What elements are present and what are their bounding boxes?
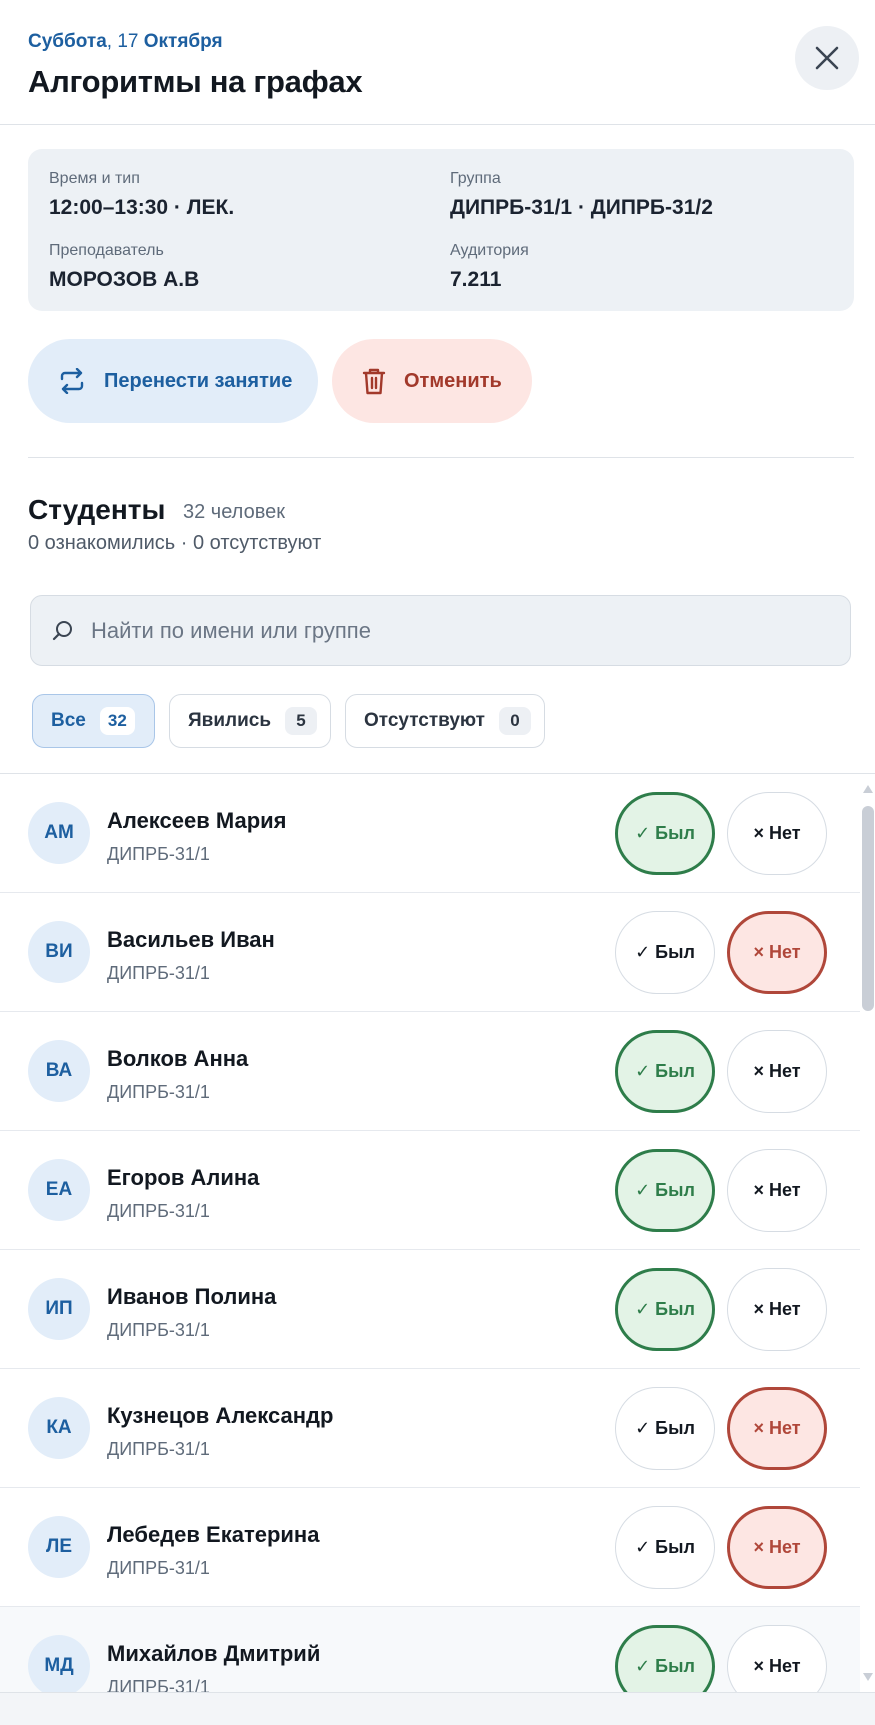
room-cell: Аудитория 7.211 xyxy=(450,242,529,292)
time-type-cell: Время и тип 12:00–13:30 · ЛЕК. xyxy=(49,170,234,220)
student-name: Егоров Алина xyxy=(107,1165,260,1190)
student-group: ДИПРБ-31/1 xyxy=(107,1558,210,1578)
cancel-lesson-button[interactable]: Отменить xyxy=(332,339,532,423)
lesson-title: Алгоритмы на графах xyxy=(28,64,363,99)
filter-all-count: 32 xyxy=(99,707,135,735)
table-row: ЛЕ Лебедев Екатерина ДИПРБ-31/1 ✓ Был × … xyxy=(0,1488,860,1607)
date-day: Суббота xyxy=(28,31,107,52)
present-button[interactable]: ✓ Был xyxy=(615,1149,715,1232)
reschedule-button[interactable]: Перенести занятие xyxy=(28,339,318,423)
close-icon xyxy=(815,46,839,70)
search-input[interactable] xyxy=(89,616,793,645)
table-row: МД Михайлов Дмитрий ДИПРБ-31/1 ✓ Был × Н… xyxy=(0,1607,860,1692)
student-name: Волков Анна xyxy=(107,1046,249,1071)
present-button[interactable]: ✓ Был xyxy=(615,1030,715,1113)
avatar: МД xyxy=(28,1635,90,1692)
avatar: ВА xyxy=(28,1040,90,1102)
teacher-label: Преподаватель xyxy=(49,242,164,259)
table-row: ИП Иванов Полина ДИПРБ-31/1 ✓ Был × Нет xyxy=(0,1250,860,1369)
search-icon xyxy=(51,619,75,643)
filter-all-label: Все xyxy=(51,710,86,731)
present-button[interactable]: ✓ Был xyxy=(615,1387,715,1470)
student-group: ДИПРБ-31/1 xyxy=(107,1677,210,1692)
table-row: ВА Волков Анна ДИПРБ-31/1 ✓ Был × Нет xyxy=(0,1012,860,1131)
group-value: ДИПРБ-31/1 · ДИПРБ-31/2 xyxy=(450,196,713,219)
section-divider xyxy=(28,457,854,458)
student-name: Лебедев Екатерина xyxy=(107,1522,320,1547)
date-month: Октября xyxy=(143,31,223,52)
present-button[interactable]: ✓ Был xyxy=(615,792,715,875)
teacher-cell: Преподаватель МОРОЗОВ А.В xyxy=(49,242,199,292)
student-group: ДИПРБ-31/1 xyxy=(107,1320,210,1340)
student-list: АМ Алексеев Мария ДИПРБ-31/1 ✓ Был × Нет… xyxy=(0,774,860,1692)
students-summary: 0 ознакомились · 0 отсутствуют xyxy=(28,532,322,554)
filter-absent[interactable]: Отсутствуют 0 xyxy=(345,694,545,748)
scroll-up-arrow-icon[interactable] xyxy=(863,785,873,793)
students-count: 32 человек xyxy=(183,501,285,523)
avatar: ЕА xyxy=(28,1159,90,1221)
room-value: 7.211 xyxy=(450,268,502,291)
lesson-info-card: Время и тип 12:00–13:30 · ЛЕК. Группа ДИ… xyxy=(28,149,854,311)
swap-icon xyxy=(58,368,86,394)
date-number: 17 xyxy=(117,31,139,52)
student-group: ДИПРБ-31/1 xyxy=(107,1439,210,1459)
absent-button[interactable]: × Нет xyxy=(727,1149,827,1232)
group-cell: Группа ДИПРБ-31/1 · ДИПРБ-31/2 xyxy=(450,170,713,220)
table-row: ЕА Егоров Алина ДИПРБ-31/1 ✓ Был × Нет xyxy=(0,1131,860,1250)
avatar: ЛЕ xyxy=(28,1516,90,1578)
student-group: ДИПРБ-31/1 xyxy=(107,844,210,864)
filter-present-label: Явились xyxy=(188,710,272,731)
room-label: Аудитория xyxy=(450,242,529,259)
avatar: АМ xyxy=(28,802,90,864)
absent-button[interactable]: × Нет xyxy=(727,1387,827,1470)
lesson-date: Суббота, 17 Октября xyxy=(28,31,223,53)
table-row: АМ Алексеев Мария ДИПРБ-31/1 ✓ Был × Нет xyxy=(0,774,860,893)
filter-present[interactable]: Явились 5 xyxy=(169,694,331,748)
student-name: Алексеев Мария xyxy=(107,808,287,833)
time-type-label: Время и тип xyxy=(49,170,140,187)
date-sep: , xyxy=(106,31,118,52)
bottom-bar xyxy=(0,1692,875,1725)
student-name: Михайлов Дмитрий xyxy=(107,1641,321,1666)
modal-header: Суббота, 17 Октября Алгоритмы на графах xyxy=(0,0,875,125)
avatar: КА xyxy=(28,1397,90,1459)
student-group: ДИПРБ-31/1 xyxy=(107,1201,210,1221)
filter-present-count: 5 xyxy=(285,707,318,735)
absent-button[interactable]: × Нет xyxy=(727,1625,827,1692)
present-button[interactable]: ✓ Был xyxy=(615,911,715,994)
absent-button[interactable]: × Нет xyxy=(727,1506,827,1589)
table-row: КА Кузнецов Александр ДИПРБ-31/1 ✓ Был ×… xyxy=(0,1369,860,1488)
table-row: ВИ Васильев Иван ДИПРБ-31/1 ✓ Был × Нет xyxy=(0,893,860,1012)
students-title: Студенты xyxy=(28,494,166,525)
reschedule-label: Перенести занятие xyxy=(104,369,293,392)
student-name: Васильев Иван xyxy=(107,927,275,952)
absent-button[interactable]: × Нет xyxy=(727,1268,827,1351)
student-search xyxy=(30,595,851,666)
scrollbar-thumb[interactable] xyxy=(862,806,874,1011)
avatar: ВИ xyxy=(28,921,90,983)
student-name: Иванов Полина xyxy=(107,1284,277,1309)
group-label: Группа xyxy=(450,170,501,187)
close-button[interactable] xyxy=(795,26,859,90)
scroll-down-arrow-icon[interactable] xyxy=(863,1673,873,1681)
avatar: ИП xyxy=(28,1278,90,1340)
absent-button[interactable]: × Нет xyxy=(727,792,827,875)
student-group: ДИПРБ-31/1 xyxy=(107,963,210,983)
student-name: Кузнецов Александр xyxy=(107,1403,334,1428)
student-group: ДИПРБ-31/1 xyxy=(107,1082,210,1102)
filter-all[interactable]: Все 32 xyxy=(32,694,155,748)
time-type-value: 12:00–13:30 · ЛЕК. xyxy=(49,196,235,219)
present-button[interactable]: ✓ Был xyxy=(615,1625,715,1692)
filter-absent-count: 0 xyxy=(498,707,531,735)
absent-button[interactable]: × Нет xyxy=(727,1030,827,1113)
teacher-value: МОРОЗОВ А.В xyxy=(49,268,200,291)
filter-absent-label: Отсутствуют xyxy=(364,710,485,731)
trash-icon xyxy=(362,367,386,395)
cancel-lesson-label: Отменить xyxy=(404,369,502,392)
present-button[interactable]: ✓ Был xyxy=(615,1506,715,1589)
present-button[interactable]: ✓ Был xyxy=(615,1268,715,1351)
absent-button[interactable]: × Нет xyxy=(727,911,827,994)
